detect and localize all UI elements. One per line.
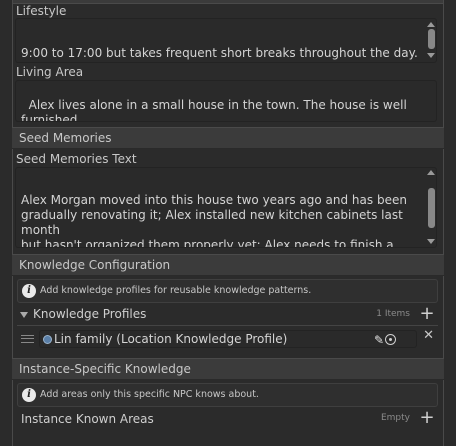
scroll-down-icon[interactable] bbox=[427, 239, 435, 244]
instance-knowledge-info-text: Add areas only this specific NPC knows a… bbox=[40, 389, 259, 400]
remove-item-button[interactable]: ✕ bbox=[423, 328, 434, 343]
instance-known-areas-title: Instance Known Areas bbox=[21, 412, 154, 426]
living-area-text: Alex lives alone in a small house in the… bbox=[21, 98, 407, 122]
profile-object-field[interactable]: Lin family (Location Knowledge Profile) … bbox=[39, 330, 417, 348]
living-area-label: Living Area bbox=[16, 65, 84, 79]
lifestyle-label: Lifestyle bbox=[16, 4, 67, 18]
knowledge-profiles-header[interactable]: Knowledge Profiles 1 Items + bbox=[17, 305, 438, 326]
scroll-thumb[interactable] bbox=[428, 29, 435, 49]
drag-handle-icon[interactable] bbox=[21, 335, 34, 343]
chevron-down-icon[interactable] bbox=[20, 312, 28, 318]
info-icon: i bbox=[22, 388, 36, 402]
seed-memories-textarea[interactable]: Alex Morgan moved into this house two ye… bbox=[15, 167, 437, 248]
add-profile-button[interactable]: + bbox=[418, 305, 436, 324]
top-strip bbox=[13, 0, 443, 4]
living-area-textarea[interactable]: Alex lives alone in a small house in the… bbox=[15, 80, 437, 122]
knowledge-config-info: i Add knowledge profiles for reusable kn… bbox=[17, 279, 438, 303]
target-icon[interactable] bbox=[385, 334, 396, 345]
knowledge-config-header[interactable]: Knowledge Configuration bbox=[12, 254, 444, 276]
seed-memories-label: Seed Memories Text bbox=[16, 152, 137, 166]
add-area-button[interactable]: + bbox=[418, 409, 436, 428]
pencil-icon[interactable]: ✎ bbox=[374, 332, 384, 348]
knowledge-profiles-title: Knowledge Profiles bbox=[33, 307, 147, 321]
instance-known-areas-row[interactable]: Instance Known Areas Empty + bbox=[17, 409, 438, 430]
scroll-up-icon[interactable] bbox=[427, 170, 435, 175]
scroll-up-icon[interactable] bbox=[427, 22, 435, 27]
knowledge-config-info-text: Add knowledge profiles for reusable know… bbox=[40, 285, 312, 296]
lifestyle-scrollbar[interactable] bbox=[426, 20, 437, 60]
seed-memories-text: Alex Morgan moved into this house two ye… bbox=[21, 193, 407, 248]
knowledge-profiles-count: 1 Items bbox=[376, 309, 410, 319]
seed-memories-header[interactable]: Seed Memories bbox=[12, 127, 444, 149]
info-icon: i bbox=[22, 284, 36, 298]
profile-label: Lin family (Location Knowledge Profile) bbox=[54, 332, 288, 346]
list-item[interactable]: Lin family (Location Knowledge Profile) … bbox=[17, 328, 438, 349]
instance-knowledge-info: i Add areas only this specific NPC knows… bbox=[17, 383, 438, 407]
lifestyle-textarea[interactable]: 9:00 to 17:00 but takes frequent short b… bbox=[15, 18, 437, 63]
scroll-down-icon[interactable] bbox=[427, 53, 435, 58]
outer-scrollbar[interactable] bbox=[446, 0, 456, 446]
scroll-thumb[interactable] bbox=[428, 188, 435, 228]
profile-asset-icon bbox=[43, 335, 52, 344]
seed-memories-scrollbar[interactable] bbox=[426, 168, 437, 246]
lifestyle-text: 9:00 to 17:00 but takes frequent short b… bbox=[21, 46, 418, 62]
instance-known-areas-status: Empty bbox=[380, 413, 410, 423]
instance-knowledge-header[interactable]: Instance-Specific Knowledge bbox=[12, 358, 444, 380]
